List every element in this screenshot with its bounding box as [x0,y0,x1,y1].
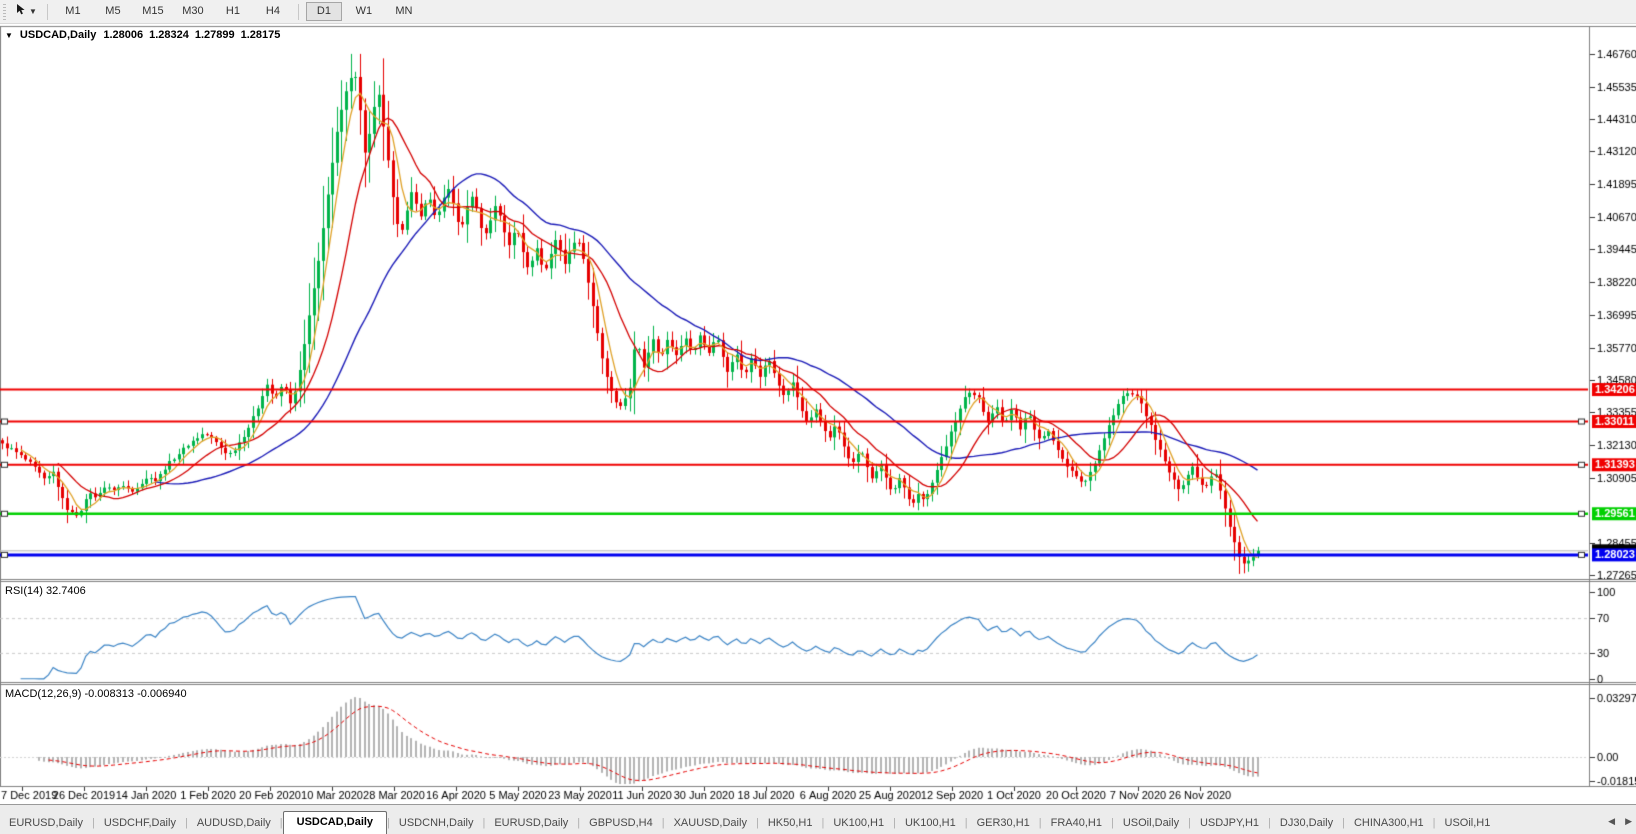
chart-canvas[interactable] [0,0,1636,834]
high-value: 1.28324 [149,29,189,41]
timeframe-button-m15[interactable]: M15 [135,2,171,21]
chevron-down-icon: ▼ [29,7,37,16]
chart-tab-uk100-h1[interactable]: UK100,H1 [896,812,965,834]
cursor-icon [15,3,27,21]
chart-tab-ger30-h1[interactable]: GER30,H1 [968,812,1039,834]
timeframe-button-m5[interactable]: M5 [95,2,131,21]
tab-scroll-arrows[interactable]: ◀▶ [1600,816,1632,827]
timeframe-button-h1[interactable]: H1 [215,2,251,21]
close-value: 1.28175 [241,29,281,41]
rsi-indicator-label: RSI(14) 32.7406 [5,585,86,597]
macd-indicator-label: MACD(12,26,9) -0.008313 -0.006940 [5,688,187,700]
chart-tab-usdjpy-h1[interactable]: USDJPY,H1 [1191,812,1268,834]
chart-tab-eurusd-daily[interactable]: EURUSD,Daily [0,812,92,834]
chart-tab-gbpusd-h4[interactable]: GBPUSD,H4 [580,812,662,834]
chart-tab-hk50-h1[interactable]: HK50,H1 [759,812,822,834]
chart-tab-usdchf-daily[interactable]: USDCHF,Daily [95,812,185,834]
timeframe-button-mn[interactable]: MN [386,2,422,21]
low-value: 1.27899 [195,29,235,41]
chart-tab-eurusd-daily[interactable]: EURUSD,Daily [485,812,577,834]
chart-title: ▼ USDCAD,Daily 1.28006 1.28324 1.27899 1… [5,29,280,41]
scroll-right-icon[interactable]: ▶ [1625,816,1632,827]
symbol-label: USDCAD,Daily [20,29,96,41]
chart-tab-usoil-h1[interactable]: USOil,H1 [1436,812,1500,834]
timeframe-button-h4[interactable]: H4 [255,2,291,21]
chart-tab-usoil-daily[interactable]: USOil,Daily [1114,812,1188,834]
timeframe-button-group: M1M5M15M30H1H4 D1W1MN [53,2,424,21]
toolbar-grip[interactable] [3,4,6,20]
chart-tab-usdcad-daily[interactable]: USDCAD,Daily [283,811,387,834]
chart-tab-usdcnh-daily[interactable]: USDCNH,Daily [390,812,483,834]
chart-tab-uk100-h1[interactable]: UK100,H1 [824,812,893,834]
timeframe-button-w1[interactable]: W1 [346,2,382,21]
mt4-window: ▼ M1M5M15M30H1H4 D1W1MN ▼ USDCAD,Daily 1.… [0,0,1636,834]
chart-tab-fra40-h1[interactable]: FRA40,H1 [1042,812,1111,834]
chart-tab-xauusd-daily[interactable]: XAUUSD,Daily [665,812,756,834]
chart-tab-audusd-daily[interactable]: AUDUSD,Daily [188,812,280,834]
scroll-left-icon[interactable]: ◀ [1608,816,1615,827]
toolbar-divider [47,4,48,20]
chart-tab-china300-h1[interactable]: CHINA300,H1 [1345,812,1433,834]
timeframe-button-m1[interactable]: M1 [55,2,91,21]
timeframe-button-d1[interactable]: D1 [306,2,342,21]
chart-tab-bar: EURUSD,Daily|USDCHF,Daily|AUDUSD,Daily|U… [0,804,1636,834]
top-toolbar: ▼ M1M5M15M30H1H4 D1W1MN [0,0,1636,24]
chart-tab-dj30-daily[interactable]: DJ30,Daily [1271,812,1342,834]
open-value: 1.28006 [103,29,143,41]
cursor-tool-button[interactable]: ▼ [11,2,41,21]
toolbar-divider [298,4,299,20]
timeframe-button-m30[interactable]: M30 [175,2,211,21]
collapse-triangle-icon: ▼ [5,31,13,40]
